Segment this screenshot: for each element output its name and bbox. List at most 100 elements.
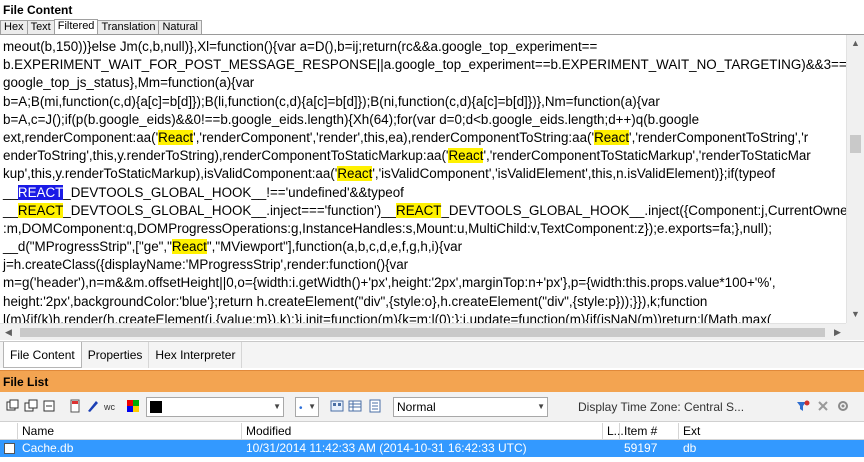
content-text: _DEVTOOLS_GLOBAL_HOOK__.inject==='functi… [63, 202, 397, 218]
content-line: kup',this,y.renderToStaticMarkup),isVali… [3, 165, 846, 183]
tab-hex-interpreter[interactable]: Hex Interpreter [149, 342, 243, 368]
search-hit-highlight: React [448, 148, 484, 164]
search-hit-highlight: React [158, 129, 194, 145]
tag-icon[interactable] [68, 399, 82, 413]
header-item-number[interactable]: Item # [620, 423, 679, 440]
display-mode-value: Normal [397, 400, 436, 414]
view-dropdown[interactable]: • ▼ [295, 397, 319, 417]
svg-text:wc: wc [104, 402, 115, 412]
content-text: j=h.createClass({displayName:'MProgressS… [3, 257, 409, 273]
row-checkbox[interactable] [4, 443, 15, 454]
scroll-right-icon[interactable]: ▶ [829, 324, 846, 341]
content-line: __d("MProgressStrip",["ge","React","MVie… [3, 238, 846, 256]
content-text: enderToString',this,y.renderToString),re… [3, 148, 449, 164]
content-text: :m,DOMComponent:q,DOMProgressOperations:… [3, 220, 772, 236]
content-line: google_top_js_status},Mm=function(a){var [3, 74, 846, 92]
content-text: b=A;B(mi,function(c,d){a[c]=b[d]});B(li,… [3, 93, 660, 109]
tab-properties[interactable]: Properties [82, 342, 150, 368]
header-modified[interactable]: Modified [242, 423, 603, 440]
content-line: j=h.createClass({displayName:'MProgressS… [3, 256, 846, 274]
scroll-up-icon[interactable]: ▲ [847, 35, 864, 52]
search-hit-highlight: React [594, 129, 630, 145]
content-panel-tabs: File Content Properties Hex Interpreter [0, 341, 864, 368]
header-ext[interactable]: Ext [679, 423, 864, 440]
tab-file-content[interactable]: File Content [3, 342, 82, 368]
tab-translation[interactable]: Translation [97, 20, 160, 34]
content-line: __REACT_DEVTOOLS_GLOBAL_HOOK__.inject===… [3, 202, 846, 220]
invert-selection-icon[interactable] [42, 399, 56, 413]
selected-search-hit: REACT [17, 184, 64, 200]
content-text: b.EXPERIMENT_WAIT_FOR_POST_MESSAGE_RESPO… [3, 57, 846, 73]
content-line: __REACT_DEVTOOLS_GLOBAL_HOOK__!=='undefi… [3, 184, 846, 202]
content-text: ','isValidComponent','isValidElement',th… [372, 166, 776, 182]
vertical-scroll-thumb[interactable] [850, 135, 861, 153]
scroll-down-icon[interactable]: ▼ [847, 306, 864, 323]
content-text: google_top_js_status},Mm=function(a){var [3, 75, 255, 91]
close-icon[interactable] [816, 399, 830, 413]
content-text: __ [3, 202, 18, 218]
search-hit-highlight: REACT [396, 202, 442, 218]
cell-name: Cache.db [22, 441, 74, 455]
file-list-toolbar: wc ▼ • ▼ Normal ▼ Display Time Zone: Cent… [0, 392, 864, 422]
cell-modified: 10/31/2014 11:42:33 AM (2014-10-31 16:42… [246, 441, 527, 455]
content-line: enderToString',this,y.renderToString),re… [3, 147, 846, 165]
content-line: b=A;B(mi,function(c,d){a[c]=b[d]});B(li,… [3, 93, 846, 111]
marker-icon[interactable] [86, 399, 100, 413]
content-text: b=A,c=J();if(p(b.google_eids)&&0!==b.goo… [3, 111, 700, 127]
search-hit-highlight: REACT [17, 202, 64, 218]
file-list-header: Name Modified L... Item # Ext [0, 423, 864, 440]
content-text: ','renderComponentToString','r [629, 129, 809, 145]
tab-filtered[interactable]: Filtered [53, 19, 99, 34]
content-text: ','renderComponent','render',this,ea),re… [193, 129, 595, 145]
content-line: m=g('header'),n=m&&m.offsetHeight||0,o={… [3, 274, 846, 292]
content-text: _DEVTOOLS_GLOBAL_HOOK__.inject({Componen… [441, 202, 846, 218]
content-text: ","MViewport"],function(a,b,c,d,e,f,g,h,… [206, 239, 463, 255]
header-name[interactable]: Name [18, 423, 242, 440]
tab-hex[interactable]: Hex [0, 20, 28, 34]
filtered-text-view[interactable]: meout(b,150))}else Jm(c,b,null)},Xl=func… [0, 35, 846, 340]
uncheck-all-icon[interactable] [24, 399, 38, 413]
table-view-icon[interactable] [348, 399, 362, 413]
text-case-icon[interactable]: wc [104, 399, 118, 413]
content-view-tabs: Hex Text Filtered Translation Natural [0, 19, 864, 35]
check-all-icon[interactable] [6, 399, 20, 413]
options-gear-icon[interactable] [836, 399, 850, 413]
content-text: ','renderComponentToStaticMarkup','rende… [483, 148, 811, 164]
cell-item-number: 59197 [624, 441, 658, 455]
content-text: m=g('header'),n=m&&m.offsetHeight||0,o={… [3, 275, 776, 291]
table-row-partial [0, 457, 864, 462]
gallery-view-icon[interactable] [330, 399, 344, 413]
tab-text[interactable]: Text [26, 20, 55, 34]
timeline-view-icon[interactable] [368, 399, 382, 413]
file-content-title: File Content [0, 0, 864, 20]
header-checkbox-column[interactable] [0, 423, 18, 440]
color-palette-icon[interactable] [126, 399, 140, 413]
filter-settings-icon[interactable] [796, 399, 810, 413]
content-text: meout(b,150))}else Jm(c,b,null)},Xl=func… [3, 39, 598, 54]
content-text: height:'2px',backgroundColor:'blue'};ret… [3, 293, 708, 309]
file-list-title: File List [0, 370, 864, 392]
content-line: meout(b,150))}else Jm(c,b,null)},Xl=func… [3, 38, 846, 56]
cell-ext: db [683, 441, 697, 455]
header-location[interactable]: L... [603, 423, 624, 440]
content-line: height:'2px',backgroundColor:'blue'};ret… [3, 293, 846, 311]
display-mode-dropdown[interactable]: Normal ▼ [393, 397, 548, 417]
horizontal-scrollbar[interactable]: ◀ ▶ [0, 323, 846, 340]
search-hit-highlight: React [337, 166, 373, 182]
content-line: ext,renderComponent:aa('React','renderCo… [3, 129, 846, 147]
content-text: ext,renderComponent:aa(' [3, 129, 159, 145]
table-row[interactable]: Cache.db 10/31/2014 11:42:33 AM (2014-10… [0, 440, 864, 457]
content-text: __ [3, 184, 18, 200]
timezone-label[interactable]: Display Time Zone: Central S... [578, 398, 743, 416]
content-line: :m,DOMComponent:q,DOMProgressOperations:… [3, 220, 846, 238]
filter-dropdown[interactable]: ▼ [146, 397, 284, 417]
tab-natural[interactable]: Natural [158, 20, 202, 34]
content-text: __d("MProgressStrip",["ge"," [3, 239, 172, 255]
content-line: b=A,c=J();if(p(b.google_eids)&&0!==b.goo… [3, 111, 846, 129]
scroll-left-icon[interactable]: ◀ [0, 324, 17, 341]
vertical-scrollbar[interactable]: ▲ ▼ [846, 35, 864, 340]
content-line: b.EXPERIMENT_WAIT_FOR_POST_MESSAGE_RESPO… [3, 56, 846, 74]
content-text: _DEVTOOLS_GLOBAL_HOOK__!=='undefined'&&t… [63, 184, 404, 200]
content-text: kup',this,y.renderToStaticMarkup),isVali… [3, 166, 338, 182]
horizontal-scroll-thumb[interactable] [20, 328, 825, 337]
